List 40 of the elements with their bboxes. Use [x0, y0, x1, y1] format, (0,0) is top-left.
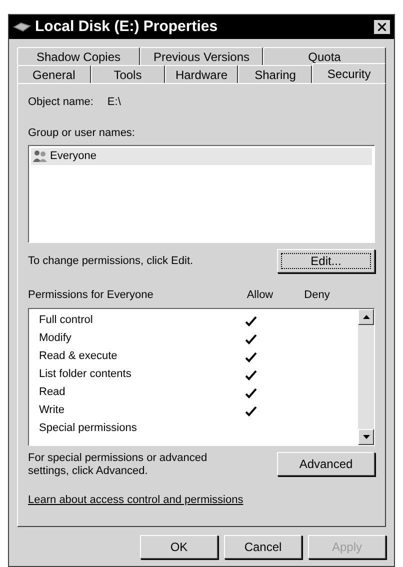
down-arrow-icon — [362, 434, 370, 438]
tab[interactable]: Security — [312, 63, 386, 83]
scroll-up-button[interactable] — [358, 308, 374, 324]
tab[interactable]: Tools — [90, 65, 165, 83]
tab[interactable]: Sharing — [238, 65, 312, 83]
permission-name: Write — [39, 403, 66, 418]
permission-name: Full control — [39, 313, 94, 328]
drive-icon — [13, 21, 31, 33]
group-list-item[interactable]: Everyone — [31, 148, 372, 164]
dialog-button[interactable]: OK — [140, 535, 218, 559]
tab[interactable]: Hardware — [164, 65, 238, 83]
dialog-button[interactable]: Cancel — [224, 535, 302, 559]
close-button[interactable] — [374, 20, 390, 34]
tab[interactable]: Previous Versions — [140, 47, 263, 65]
permission-name: Special permissions — [39, 421, 138, 436]
close-icon — [378, 23, 386, 31]
permission-name: Read & execute — [39, 349, 118, 364]
scrollbar[interactable] — [358, 308, 374, 444]
permission-name: Modify — [39, 331, 72, 346]
tab[interactable]: Shadow Copies — [17, 47, 140, 65]
advanced-hint: For special permissions or advanced settings, click Advanced. — [28, 452, 208, 478]
permissions-label: Permissions for Everyone — [28, 288, 154, 303]
permission-name: List folder contents — [39, 367, 132, 382]
permission-name: Read — [39, 385, 66, 400]
scroll-down-button[interactable] — [358, 428, 374, 444]
allow-header: Allow — [246, 288, 274, 303]
learn-link[interactable]: Learn about access control and permissions — [28, 492, 244, 508]
tab[interactable]: Quota — [263, 47, 386, 65]
window-title: Local Disk (E:) Properties — [35, 16, 219, 37]
user-name: Everyone — [50, 149, 96, 164]
users-icon — [33, 150, 47, 162]
tab[interactable]: General — [17, 65, 91, 83]
object-name-label: Object name: — [28, 95, 94, 110]
edit-button[interactable]: Edit... — [277, 249, 375, 273]
deny-header: Deny — [303, 288, 331, 303]
up-arrow-icon — [362, 314, 370, 318]
object-name-value: E:\ — [107, 95, 121, 110]
change-permissions-hint: To change permissions, click Edit. — [28, 254, 194, 269]
advanced-button[interactable]: Advanced — [277, 452, 375, 476]
group-list-label: Group or user names: — [28, 126, 136, 140]
